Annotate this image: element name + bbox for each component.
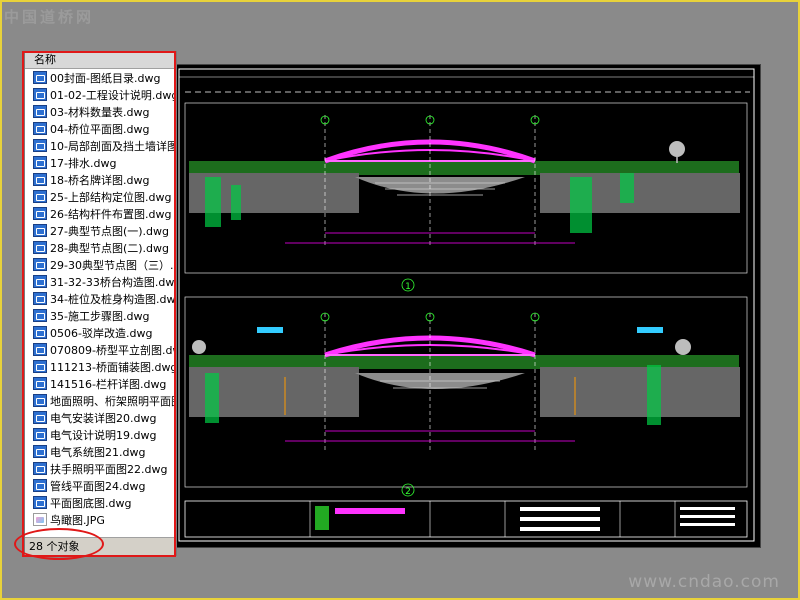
file-name: 111213-桥面铺装图.dwg (50, 360, 177, 374)
file-name: 25-上部结构定位图.dwg (50, 190, 172, 204)
dwg-file-icon (33, 258, 47, 271)
cad-drawing: 1 2 (178, 68, 755, 542)
dwg-file-icon (33, 156, 47, 169)
file-explorer-panel: 名称 00封面-图纸目录.dwg 01-02-工程设计说明.dwg 03-材料数量表… (24, 51, 177, 556)
file-name: 00封面-图纸目录.dwg (50, 71, 161, 85)
watermark-bottom: www.cndao.com (628, 572, 780, 592)
file-item[interactable]: 17-排水.dwg (25, 154, 176, 171)
file-name: 电气设计说明19.dwg (50, 428, 157, 442)
image-file-icon (33, 513, 47, 526)
dwg-file-icon (33, 173, 47, 186)
dwg-file-icon (33, 343, 47, 356)
file-item[interactable]: 25-上部结构定位图.dwg (25, 188, 176, 205)
file-item[interactable]: 管线平面图24.dwg (25, 477, 176, 494)
file-item[interactable]: 04-桥位平面图.dwg (25, 120, 176, 137)
status-bar: 28 个对象 (25, 537, 176, 555)
file-name: 141516-栏杆详图.dwg (50, 377, 167, 391)
file-name: 10-局部剖面及挡土墙详图.dwg (50, 139, 177, 153)
file-name: 34-桩位及桩身构造图.dwg (50, 292, 177, 306)
file-item[interactable]: 电气系统图21.dwg (25, 443, 176, 460)
file-item[interactable]: 29-30典型节点图（三）.dwg (25, 256, 176, 273)
file-name: 04-桥位平面图.dwg (50, 122, 150, 136)
file-item[interactable]: 111213-桥面铺装图.dwg (25, 358, 176, 375)
file-name: 27-典型节点图(一).dwg (50, 224, 170, 238)
file-item[interactable]: 141516-栏杆详图.dwg (25, 375, 176, 392)
file-item[interactable]: 31-32-33桥台构造图.dwg (25, 273, 176, 290)
dwg-file-icon (33, 360, 47, 373)
file-item[interactable]: 00封面-图纸目录.dwg (25, 69, 176, 86)
file-name: 28-典型节点图(二).dwg (50, 241, 170, 255)
file-name: 地面照明、桁架照明平面图.dwg (50, 394, 176, 408)
file-item[interactable]: 070809-桥型平立剖图.dwg (25, 341, 176, 358)
file-name: 电气系统图21.dwg (50, 445, 146, 459)
file-item[interactable]: 34-桩位及桩身构造图.dwg (25, 290, 176, 307)
file-item[interactable]: 平面图底图.dwg (25, 494, 176, 511)
file-name: 01-02-工程设计说明.dwg (50, 88, 177, 102)
file-item[interactable]: 28-典型节点图(二).dwg (25, 239, 176, 256)
dwg-file-icon (33, 479, 47, 492)
file-name: 扶手照明平面图22.dwg (50, 462, 168, 476)
file-item[interactable]: 扶手照明平面图22.dwg (25, 460, 176, 477)
file-list: 00封面-图纸目录.dwg 01-02-工程设计说明.dwg 03-材料数量表.dw… (25, 69, 176, 528)
file-name: 平面图底图.dwg (50, 496, 132, 510)
dwg-file-icon (33, 428, 47, 441)
watermark-top: 中国道桥网 (4, 8, 95, 26)
file-name: 03-材料数量表.dwg (50, 105, 150, 119)
dwg-file-icon (33, 496, 47, 509)
dwg-file-icon (33, 139, 47, 152)
view-1-label: 1 (405, 282, 411, 292)
dwg-file-icon (33, 326, 47, 339)
file-item[interactable]: 03-材料数量表.dwg (25, 103, 176, 120)
dwg-file-icon (33, 224, 47, 237)
name-column-header[interactable]: 名称 (25, 52, 176, 69)
file-item[interactable]: 电气设计说明19.dwg (25, 426, 176, 443)
file-name: 电气安装详图20.dwg (50, 411, 157, 425)
dwg-file-icon (33, 292, 47, 305)
dwg-file-icon (33, 71, 47, 84)
file-item[interactable]: 电气安装详图20.dwg (25, 409, 176, 426)
file-name: 35-施工步骤图.dwg (50, 309, 150, 323)
file-item[interactable]: 01-02-工程设计说明.dwg (25, 86, 176, 103)
file-item[interactable]: 0506-驳岸改造.dwg (25, 324, 176, 341)
dwg-file-icon (33, 462, 47, 475)
dwg-file-icon (33, 190, 47, 203)
view-2-label: 2 (405, 487, 411, 497)
dwg-file-icon (33, 309, 47, 322)
dwg-file-icon (33, 445, 47, 458)
file-name: 18-桥名牌详图.dwg (50, 173, 150, 187)
file-item[interactable]: 27-典型节点图(一).dwg (25, 222, 176, 239)
file-item[interactable]: 10-局部剖面及挡土墙详图.dwg (25, 137, 176, 154)
file-item[interactable]: 地面照明、桁架照明平面图.dwg (25, 392, 176, 409)
file-name: 0506-驳岸改造.dwg (50, 326, 153, 340)
dwg-file-icon (33, 88, 47, 101)
file-name: 26-结构杆件布置图.dwg (50, 207, 172, 221)
title-block (184, 500, 748, 538)
file-name: 管线平面图24.dwg (50, 479, 146, 493)
elevation-view-1: 1 (189, 115, 740, 292)
elevation-view-2: 2 (189, 312, 740, 497)
file-name: 17-排水.dwg (50, 156, 117, 170)
file-item[interactable]: 18-桥名牌详图.dwg (25, 171, 176, 188)
file-name: 31-32-33桥台构造图.dwg (50, 275, 177, 289)
file-name: 鸟瞰图.JPG (50, 513, 105, 527)
file-item[interactable]: 26-结构杆件布置图.dwg (25, 205, 176, 222)
file-name: 070809-桥型平立剖图.dwg (50, 343, 177, 357)
dwg-file-icon (33, 394, 47, 407)
dwg-file-icon (33, 411, 47, 424)
file-item[interactable]: 鸟瞰图.JPG (25, 511, 176, 528)
dwg-file-icon (33, 241, 47, 254)
file-item[interactable]: 35-施工步骤图.dwg (25, 307, 176, 324)
dwg-file-icon (33, 105, 47, 118)
dwg-file-icon (33, 122, 47, 135)
dwg-file-icon (33, 207, 47, 220)
dwg-file-icon (33, 275, 47, 288)
dwg-file-icon (33, 377, 47, 390)
cad-drawing-preview: 1 2 (174, 64, 761, 548)
file-name: 29-30典型节点图（三）.dwg (50, 258, 176, 272)
